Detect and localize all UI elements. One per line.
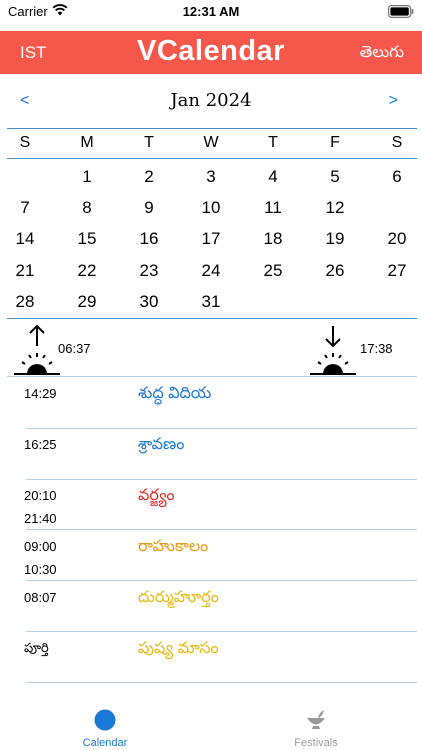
weekday-label: S [391, 134, 403, 151]
detail-divider [26, 580, 417, 581]
weekday-label: T [144, 134, 154, 151]
calendar-dot-icon [94, 709, 116, 731]
detail-start-time: 09:00 [24, 539, 57, 554]
detail-value: వర్జ్యం [138, 487, 175, 504]
calendar-day[interactable]: 18 [253, 225, 293, 253]
weekday-divider [7, 158, 417, 159]
calendar-day[interactable]: 21 [5, 257, 45, 285]
detail-divider [26, 428, 417, 429]
weekday-header: S M T W T F S [0, 134, 422, 156]
calendar-day[interactable]: 12 [315, 194, 355, 222]
detail-value: రాహుకాలం [138, 538, 209, 555]
calendar-day[interactable]: 27 [377, 257, 417, 285]
calendar-day[interactable]: 31 [191, 288, 231, 316]
calendar-day[interactable]: 19 [315, 225, 355, 253]
detail-value: శుద్ధ విదియ [138, 385, 212, 402]
status-time: 12:31 AM [182, 4, 240, 19]
calendar-day[interactable]: 2 [129, 163, 169, 191]
detail-value: శ్రావణం [138, 436, 185, 453]
calendar-day[interactable]: 29 [67, 288, 107, 316]
detail-value: దుర్ముహూర్తం [138, 589, 219, 606]
tab-label: Calendar [82, 737, 128, 749]
calendar-day[interactable]: 15 [67, 225, 107, 253]
calendar-day[interactable]: 25 [253, 257, 293, 285]
app-title: VCalendar [137, 35, 285, 67]
detail-value: పుష్య మాసం [138, 640, 219, 657]
language-toggle[interactable]: తెలుగు [360, 43, 404, 65]
calendar-day[interactable]: 22 [67, 257, 107, 285]
calendar-day[interactable]: 7 [5, 194, 45, 222]
detail-time: 14:29 [24, 386, 57, 401]
calendar-day[interactable]: 20 [377, 225, 417, 253]
sunrise-time: 06:37 [58, 341, 91, 356]
calendar-day[interactable]: 6 [377, 163, 417, 191]
weekday-label: W [203, 134, 219, 151]
calendar-top-divider [7, 128, 417, 129]
calendar-day[interactable]: 3 [191, 163, 231, 191]
sunset-icon [310, 326, 356, 375]
weekday-label: T [268, 134, 278, 151]
detail-time: 16:25 [24, 437, 57, 452]
calendar-bottom-divider [7, 318, 417, 319]
calendar-day[interactable]: 9 [129, 194, 169, 222]
calendar-day-selected[interactable]: 13 [377, 193, 417, 223]
detail-end-time: 10:30 [24, 562, 57, 577]
calendar-day[interactable]: 23 [129, 257, 169, 285]
weekday-label: M [80, 134, 94, 151]
sun-times-row: 06:37 17:38 [0, 320, 422, 376]
calendar-day[interactable]: 8 [67, 194, 107, 222]
detail-time: పూర్తి [24, 640, 49, 655]
calendar-day[interactable]: 30 [129, 288, 169, 316]
app-header: IST VCalendar తెలుగు [0, 31, 422, 74]
weekday-label: F [330, 134, 340, 151]
calendar-day[interactable]: 17 [191, 225, 231, 253]
calendar-day[interactable]: 14 [5, 225, 45, 253]
calendar-day[interactable]: 26 [315, 257, 355, 285]
month-label: Jan 2024 [170, 90, 252, 111]
detail-divider [26, 479, 417, 480]
calendar-day[interactable]: 5 [315, 163, 355, 191]
tab-label: Festivals [294, 737, 338, 749]
detail-divider [26, 529, 417, 530]
next-month-button[interactable]: > [389, 92, 398, 110]
calendar-day[interactable]: 4 [253, 163, 293, 191]
sunrise-icon [14, 324, 60, 375]
status-bar: Carrier 12:31 AM [0, 0, 422, 26]
tab-calendar[interactable]: Calendar [45, 692, 165, 749]
detail-time: 08:07 [24, 590, 57, 605]
tab-festivals[interactable]: Festivals [256, 692, 376, 749]
detail-end-time: 21:40 [24, 511, 57, 526]
calendar-day[interactable]: 11 [253, 194, 293, 222]
weekday-label: S [19, 134, 31, 151]
calendar-day[interactable]: 10 [191, 194, 231, 222]
detail-divider [26, 682, 417, 683]
tab-bar: Calendar Festivals [0, 692, 422, 750]
battery-icon [388, 5, 414, 18]
calendar-day[interactable]: 28 [5, 288, 45, 316]
festival-lamp-icon [307, 710, 325, 729]
calendar-day[interactable]: 16 [129, 225, 169, 253]
detail-start-time: 20:10 [24, 488, 57, 503]
month-navigation: < Jan 2024 > [0, 86, 422, 116]
detail-divider [26, 631, 417, 632]
calendar-day[interactable]: 24 [191, 257, 231, 285]
calendar-day[interactable]: 1 [67, 163, 107, 191]
sunset-time: 17:38 [360, 341, 393, 356]
sun-divider [7, 376, 417, 377]
